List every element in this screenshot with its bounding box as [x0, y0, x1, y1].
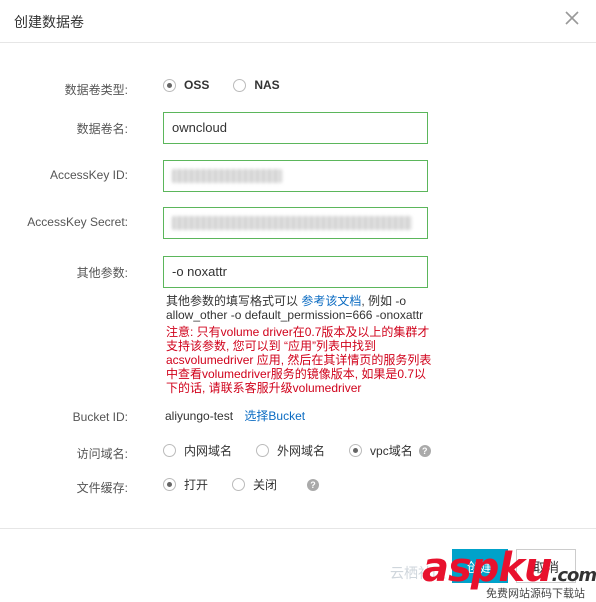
radio-internet-label: 外网域名	[277, 444, 326, 458]
volume-type-label: 数据卷类型:	[64, 83, 128, 97]
access-key-id-input[interactable]	[163, 160, 428, 192]
create-volume-dialog: 创建数据卷 数据卷类型: OSS NAS 数据卷名: owncloud Acce…	[0, 0, 596, 602]
radio-cache-on[interactable]: 打开	[163, 476, 208, 493]
access-key-secret-input[interactable]	[163, 207, 428, 239]
access-key-id-label: AccessKey ID:	[49, 168, 128, 182]
radio-cache-off-label: 关闭	[253, 478, 278, 492]
other-params-warning: 注意: 只有volume driver在0.7版本及以上的集群才支持该参数, 您…	[166, 325, 432, 395]
radio-intranet[interactable]: 内网域名	[163, 442, 232, 459]
other-params-hint: 其他参数的填写格式可以 参考该文档, 例如 -o allow_other -o …	[166, 294, 438, 322]
radio-vpc[interactable]: vpc域名	[349, 442, 413, 459]
cache-label: 文件缓存:	[76, 481, 128, 495]
cache-radio-group: 打开 关闭 ?	[163, 476, 320, 493]
radio-cache-off[interactable]: 关闭	[232, 476, 277, 493]
radio-internet[interactable]: 外网域名	[256, 442, 325, 459]
radio-nas-circle[interactable]	[233, 78, 247, 92]
help-icon[interactable]: ?	[418, 444, 431, 457]
domain-radio-group: 内网域名 外网域名 vpc域名 ?	[163, 442, 431, 459]
domain-label: 访问域名:	[76, 447, 128, 461]
radio-vpc-label: vpc域名	[370, 444, 413, 458]
redacted-value	[172, 169, 282, 183]
dialog-header: 创建数据卷	[0, 0, 596, 43]
dialog-footer: 创建 取消	[0, 528, 596, 602]
close-icon[interactable]	[562, 8, 582, 28]
radio-intranet-label: 内网域名	[184, 444, 233, 458]
radio-oss[interactable]: OSS	[163, 78, 209, 92]
select-bucket-link[interactable]: 选择Bucket	[244, 409, 305, 423]
bucket-label: Bucket ID:	[72, 410, 128, 424]
volume-name-input[interactable]: owncloud	[163, 112, 428, 144]
radio-internet-circle[interactable]	[256, 444, 270, 457]
dialog-title: 创建数据卷	[14, 14, 84, 30]
radio-cache-off-circle[interactable]	[232, 478, 246, 491]
hint-prefix: 其他参数的填写格式可以	[166, 294, 299, 308]
bucket-value-wrap: aliyungo-test 选择Bucket	[165, 407, 305, 424]
doc-link[interactable]: 参考该文档	[301, 294, 361, 308]
other-params-label: 其他参数:	[76, 266, 128, 280]
volume-type-radio-group: OSS NAS	[163, 78, 304, 92]
radio-oss-label: OSS	[184, 78, 210, 92]
access-key-secret-label: AccessKey Secret:	[27, 215, 128, 229]
radio-intranet-circle[interactable]	[163, 444, 176, 457]
bucket-value: aliyungo-test	[165, 409, 234, 423]
redacted-value	[172, 216, 412, 230]
radio-cache-on-circle[interactable]	[163, 478, 176, 491]
volume-name-label: 数据卷名:	[76, 122, 128, 136]
radio-cache-on-label: 打开	[184, 478, 209, 492]
radio-oss-circle[interactable]	[163, 78, 176, 92]
create-button[interactable]: 创建	[452, 549, 508, 583]
help-icon[interactable]: ?	[307, 478, 320, 491]
other-params-input[interactable]: -o noxattr	[163, 256, 428, 288]
cancel-button[interactable]: 取消	[516, 549, 576, 583]
radio-nas[interactable]: NAS	[233, 78, 280, 92]
radio-nas-label: NAS	[254, 78, 280, 92]
radio-vpc-circle[interactable]	[349, 444, 363, 457]
